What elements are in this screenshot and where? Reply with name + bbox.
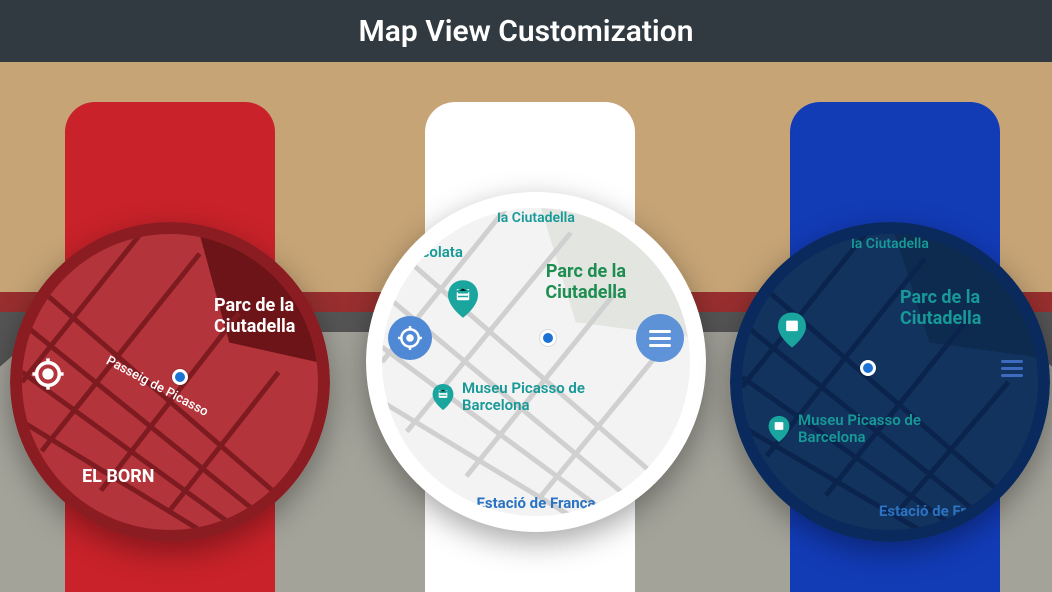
map-face-red[interactable]: Parc de la Ciutadella Passeig de Picasso… [22,234,318,530]
park-label: Parc de la Ciutadella [900,288,1020,329]
watch-dark-theme: la Ciutadella Parc de la Ciutadella Muse… [730,222,1050,542]
user-location-dot [172,369,188,385]
menu-icon [649,330,671,347]
poi-chocolate: la Xocolata [388,244,463,261]
user-location-dot [860,360,876,376]
museum-pin-icon [448,280,478,322]
locate-icon [31,357,65,391]
locate-icon [397,325,423,351]
poi-museum: Museu Picasso de Barcelona [766,412,938,447]
poi-museum: Museu Picasso de Barcelona [430,380,602,415]
title-bar: Map View Customization [0,0,1052,62]
partial-top-label: la Ciutadella [497,210,575,226]
menu-button[interactable] [636,314,684,362]
station-label: Estació de França [879,503,998,520]
watch-red-theme: Parc de la Ciutadella Passeig de Picasso… [10,222,330,542]
background-scene: Parc de la Ciutadella Passeig de Picasso… [0,62,1052,592]
map-face-light[interactable]: la Ciutadella Parc de la Ciutadella la X… [382,208,690,516]
user-location-dot [540,330,556,346]
page-title: Map View Customization [359,14,694,49]
district-label: EL BORN [82,467,154,488]
station-label: Estació de França [476,495,595,512]
park-label: Parc de la Ciutadella [526,262,646,303]
watch-light-theme: la Ciutadella Parc de la Ciutadella la X… [366,192,706,532]
partial-top-label: la Ciutadella [851,236,929,252]
museum-pin-icon [778,312,806,352]
park-label: Parc de la Ciutadella [214,296,318,337]
menu-icon [1001,360,1023,377]
menu-button[interactable] [988,344,1036,392]
locate-button[interactable] [388,316,432,360]
museum-pin-icon [766,416,792,442]
locate-button[interactable] [26,352,70,396]
museum-pin-icon [430,384,456,410]
map-face-dark[interactable]: la Ciutadella Parc de la Ciutadella Muse… [742,234,1038,530]
